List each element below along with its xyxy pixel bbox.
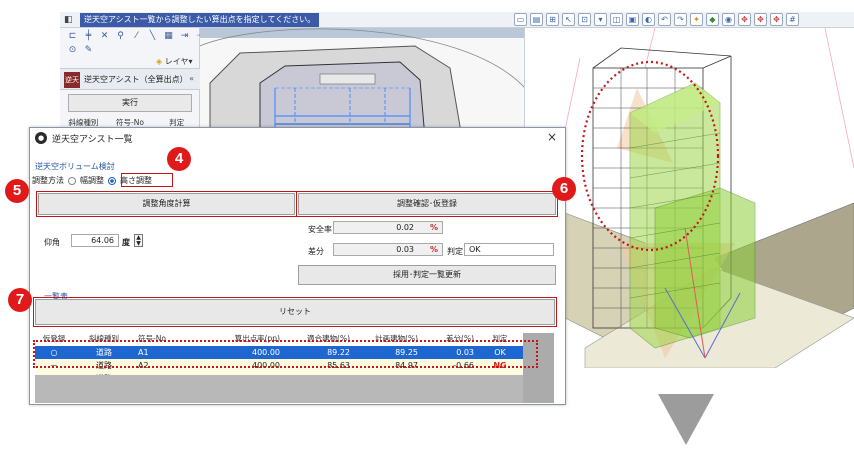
safety-unit: % bbox=[429, 223, 438, 232]
update-list-button[interactable]: 採用･判定一覧更新 bbox=[298, 265, 556, 285]
elevation-spinner[interactable]: ▲ ▼ bbox=[134, 234, 143, 247]
magnify-tool-icon[interactable]: ⚲ bbox=[114, 30, 127, 43]
radio-width[interactable] bbox=[68, 176, 76, 185]
undo-icon[interactable]: ↶ bbox=[658, 13, 671, 26]
plan-drawing bbox=[200, 28, 524, 138]
close-icon[interactable]: × bbox=[547, 130, 557, 144]
view-icon[interactable]: ◫ bbox=[610, 13, 623, 26]
3d-viewport[interactable] bbox=[525, 28, 854, 368]
render-icon[interactable]: ▣ bbox=[626, 13, 639, 26]
dialog-title: 逆天空アシスト一覧 bbox=[52, 135, 133, 145]
judge-value-field: OK bbox=[464, 243, 554, 256]
app-icon: ● bbox=[35, 132, 47, 144]
safety-value: 0.02 bbox=[396, 223, 414, 232]
safety-value-field: 0.02 % bbox=[333, 221, 443, 234]
execute-button[interactable]: 実行 bbox=[68, 94, 192, 112]
highlight-height-radio bbox=[121, 173, 173, 187]
walk-icon[interactable]: ✥ bbox=[770, 13, 783, 26]
elevation-unit: 度 bbox=[122, 238, 130, 247]
highlight-reset-button bbox=[33, 297, 557, 327]
grid-icon[interactable]: # bbox=[786, 13, 799, 26]
camera-icon[interactable]: ◉ bbox=[722, 13, 735, 26]
pin-icon[interactable]: ◧ bbox=[64, 14, 76, 26]
dialog-titlebar: ● 逆天空アシスト一覧 × bbox=[30, 128, 565, 148]
highlight-selected-row bbox=[33, 340, 538, 368]
palette-title: 逆天空アシスト（全算出点） bbox=[84, 75, 188, 84]
left-palette: ⊏ ╪ ✕ ⚲ ⁄ ╲ ▦ ⇥ ⇢ 𝌆 ⊙ ✎ ◈ レイヤ▾ 逆天 逆天空アシス… bbox=[60, 28, 221, 138]
safety-label: 安全率 bbox=[308, 225, 332, 234]
callout-7: 7 bbox=[8, 288, 32, 312]
layer-button[interactable]: ◈ レイヤ▾ bbox=[156, 56, 192, 67]
line-tool-icon[interactable]: ╪ bbox=[82, 30, 95, 43]
move-icon[interactable]: ✥ bbox=[738, 13, 751, 26]
hint-message: 逆天空アシスト一覧から調整したい算出点を指定してください。 bbox=[80, 13, 320, 27]
volume-group-label: 逆天空ボリューム検討 bbox=[35, 162, 115, 171]
table-empty-area bbox=[35, 375, 523, 403]
filter-icon[interactable]: ▾ bbox=[594, 13, 607, 26]
palette-tool-row-2: ⊙ ✎ bbox=[66, 44, 95, 58]
pen-icon[interactable]: ✎ bbox=[82, 44, 95, 57]
palette-title-bar: 逆天 逆天空アシスト（全算出点） « bbox=[60, 68, 200, 90]
callout-4: 4 bbox=[167, 147, 191, 171]
zoom-icon[interactable]: ⊡ bbox=[578, 13, 591, 26]
hatch-tool-icon[interactable]: ▦ bbox=[162, 30, 175, 43]
radio-height[interactable] bbox=[108, 176, 116, 185]
diff-value-field: 0.03 % bbox=[333, 243, 443, 256]
tree-icon[interactable]: ⊞ bbox=[546, 13, 559, 26]
color-icon[interactable]: ◆ bbox=[706, 13, 719, 26]
diff-unit: % bbox=[429, 245, 438, 254]
layer-icon: ◈ bbox=[156, 57, 163, 66]
3d-building-model bbox=[554, 28, 854, 368]
display-icon[interactable]: ◐ bbox=[642, 13, 655, 26]
wall-tool-icon[interactable]: ⊏ bbox=[66, 30, 79, 43]
slash-tool-icon[interactable]: ⁄ bbox=[130, 30, 143, 43]
select-icon[interactable]: ↖ bbox=[562, 13, 575, 26]
elevation-input[interactable]: 64.06 bbox=[71, 234, 119, 247]
top-toolbar: ◧ 逆天空アシスト一覧から調整したい算出点を指定してください。 ▭ ▤ ⊞ ↖ … bbox=[60, 12, 854, 28]
plan-view[interactable] bbox=[200, 28, 525, 138]
layout-icon[interactable]: ▭ bbox=[514, 13, 527, 26]
sky-assist-list-dialog: ● 逆天空アシスト一覧 × 逆天空ボリューム検討 調整方法 幅調整 高さ調整 調… bbox=[29, 127, 566, 405]
panel-icon[interactable]: ▤ bbox=[530, 13, 543, 26]
arrow-tool-icon[interactable]: ⇥ bbox=[178, 30, 191, 43]
toolbar-icon-group: ▭ ▤ ⊞ ↖ ⊡ ▾ ◫ ▣ ◐ ↶ ↷ ✦ ◆ ◉ ✥ ✥ ✥ # bbox=[514, 13, 799, 27]
callout-6: 6 bbox=[552, 177, 576, 201]
next-step-arrow-icon bbox=[658, 394, 714, 445]
snap-icon[interactable]: ⊙ bbox=[66, 44, 79, 57]
judge-label: 判定 bbox=[447, 247, 463, 256]
redo-icon[interactable]: ↷ bbox=[674, 13, 687, 26]
highlight-calc-button bbox=[36, 191, 297, 217]
radio-width-label[interactable]: 幅調整 bbox=[80, 175, 104, 186]
diff-value: 0.03 bbox=[396, 245, 414, 254]
rotate-icon[interactable]: ✥ bbox=[754, 13, 767, 26]
callout-5: 5 bbox=[5, 179, 29, 203]
highlight-confirm-button bbox=[296, 191, 558, 217]
light-icon[interactable]: ✦ bbox=[690, 13, 703, 26]
cross-tool-icon[interactable]: ✕ bbox=[98, 30, 111, 43]
layer-label: レイヤ bbox=[164, 57, 189, 66]
sky-assist-icon: 逆天 bbox=[64, 72, 80, 88]
diagonal-tool-icon[interactable]: ╲ bbox=[146, 30, 159, 43]
diff-label: 差分 bbox=[308, 247, 324, 256]
elevation-label: 仰角 bbox=[44, 238, 60, 247]
collapse-icon[interactable]: « bbox=[189, 74, 194, 83]
adjust-method-label: 調整方法 bbox=[32, 176, 64, 185]
